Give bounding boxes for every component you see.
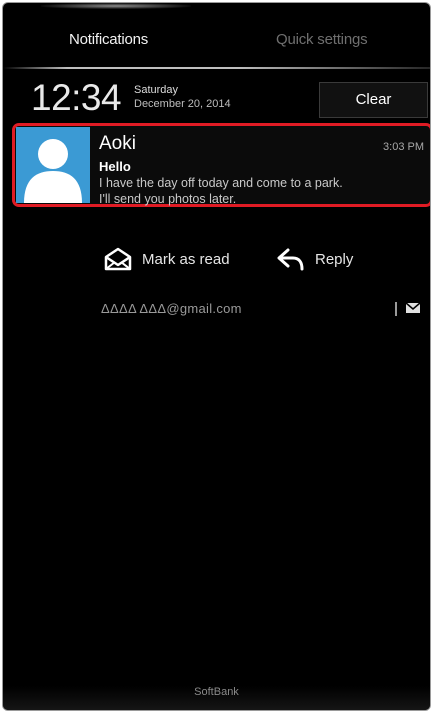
tab-indicator-glow: [41, 3, 191, 9]
tab-notifications[interactable]: Notifications: [69, 31, 148, 48]
phone-screen: Notifications Quick settings 12:34 Satur…: [2, 2, 431, 711]
notification-time: 3:03 PM: [383, 141, 424, 153]
clock-full-date: December 20, 2014: [134, 98, 231, 110]
reply-button[interactable]: Reply: [277, 245, 353, 273]
notification-body-line2: I'll send you photos later.: [99, 192, 237, 206]
email-notification[interactable]: Aoki 3:03 PM Hello I have the day off to…: [12, 123, 430, 207]
notification-subject: Hello: [99, 159, 131, 174]
clear-button[interactable]: Clear: [319, 82, 428, 118]
clock-date: Saturday December 20, 2014: [134, 83, 231, 111]
mark-as-read-button[interactable]: Mark as read: [104, 245, 230, 273]
envelope-open-icon: [104, 247, 132, 271]
tab-quick-settings[interactable]: Quick settings: [276, 31, 368, 48]
carrier-label: SoftBank: [194, 686, 239, 698]
tab-divider: [3, 67, 430, 69]
reply-arrow-icon: [277, 247, 305, 271]
mail-icon: [405, 301, 421, 320]
notification-tabs: Notifications Quick settings: [3, 3, 430, 83]
notification-body-line1: I have the day off today and come to a p…: [99, 176, 343, 190]
account-email: ΔΔΔΔ ΔΔΔ@gmail.com: [101, 301, 242, 316]
clock-day: Saturday: [134, 84, 179, 96]
reply-label: Reply: [315, 250, 354, 268]
account-mail-status: [395, 300, 423, 318]
divider: [395, 302, 397, 316]
clock-time: 12:34: [31, 77, 122, 118]
person-silhouette-icon: [16, 127, 90, 203]
mark-as-read-label: Mark as read: [142, 250, 230, 268]
notification-sender: Aoki: [99, 133, 136, 154]
